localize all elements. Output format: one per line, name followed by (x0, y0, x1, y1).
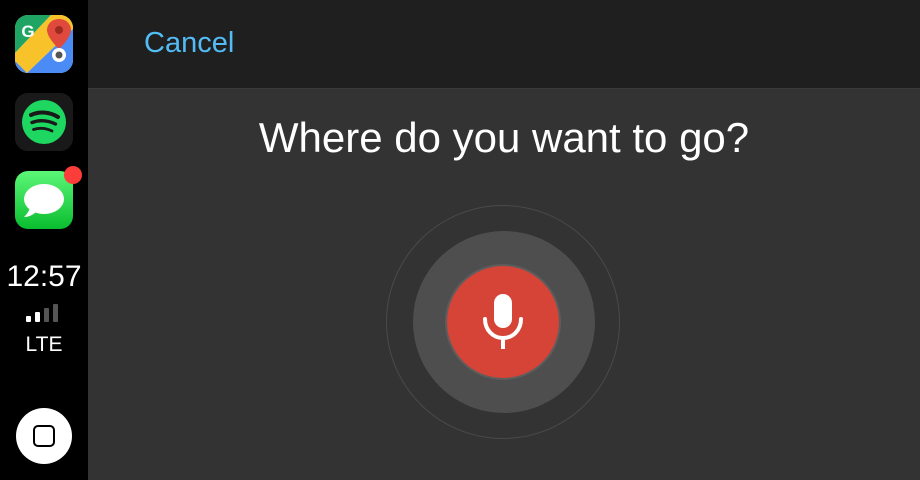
notification-badge (64, 166, 82, 184)
google-maps-app-button[interactable]: G (15, 15, 73, 73)
home-button[interactable] (16, 408, 72, 464)
messages-icon (24, 184, 64, 217)
microphone-icon (483, 294, 523, 349)
messages-app-button[interactable] (15, 166, 82, 229)
signal-bar (44, 308, 49, 322)
cancel-button[interactable]: Cancel (144, 27, 234, 60)
home-button-icon (33, 425, 55, 447)
signal-bar (53, 304, 58, 322)
cellular-signal-icon (26, 304, 62, 322)
voice-prompt: Where do you want to go? (258, 114, 750, 161)
spotify-icon (15, 93, 73, 151)
signal-bar (35, 312, 40, 322)
status-time: 12:57 (6, 260, 82, 293)
google-maps-icon: G (15, 15, 73, 73)
spotify-app-button[interactable] (15, 93, 73, 151)
signal-bar (26, 316, 31, 322)
network-type: LTE (25, 333, 63, 356)
microphone-button[interactable] (447, 266, 559, 378)
carplay-sidebar: G 12:57 LTE (0, 0, 88, 480)
svg-text:G: G (21, 22, 34, 41)
carplay-screen: G 12:57 LTE Cancel Where do you want to … (0, 0, 920, 480)
top-bar: Cancel (88, 0, 920, 89)
voice-search-panel: Cancel Where do you want to go? (88, 0, 920, 480)
